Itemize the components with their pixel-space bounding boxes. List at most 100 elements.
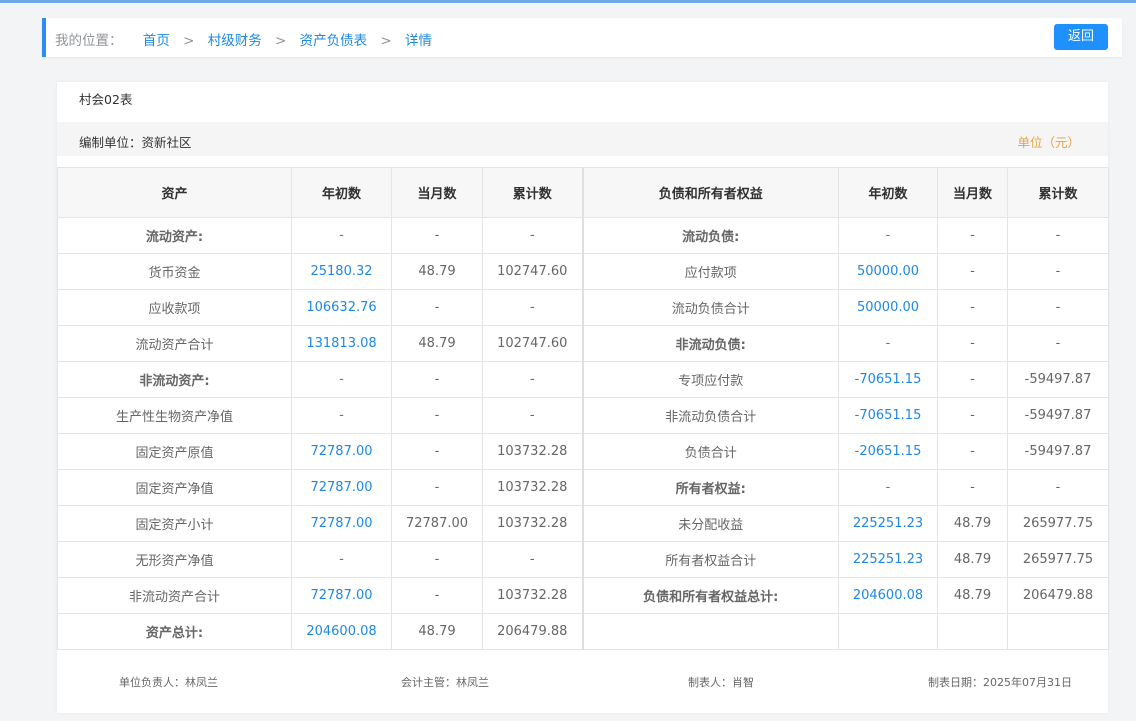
table-row: 无形资产净值 - - - 所有者权益合计 225251.23 48.79 265977.75: [57, 541, 1109, 578]
header-asset-begin: 年初数: [291, 167, 392, 218]
liability-name: 流动负债合计: [582, 289, 839, 326]
breadcrumb-village-finance[interactable]: 村级财务: [208, 33, 262, 49]
balance-sheet-card: 村会02表 编制单位：资新社区 单位（元） 资产 年初数 当月数 累计数 负债和…: [57, 82, 1109, 713]
breadcrumb-separator: >: [275, 33, 287, 49]
asset-begin-value: -: [291, 361, 392, 398]
breadcrumb-bar: 我的位置： 首页 > 村级财务 > 资产负债表 > 详情 返回: [42, 18, 1122, 57]
table-row: 固定资产原值 72787.00-103732.28 负债合计 -20651.15- -5…: [57, 433, 1109, 470]
liability-month-value: 48.79: [937, 541, 1008, 578]
table-header-row: 资产 年初数 当月数 累计数 负债和所有者权益 年初数 当月数 累计数: [57, 167, 1109, 218]
asset-begin-value: 204600.08: [291, 613, 392, 650]
liability-name: 应付款项: [582, 253, 839, 290]
asset-begin-value: 131813.08: [291, 325, 392, 362]
asset-begin-value: 72787.00: [291, 433, 392, 470]
liability-total-value: 265977.75: [1007, 505, 1109, 542]
asset-name: 资产总计:: [57, 613, 292, 650]
liability-month-value: -: [937, 325, 1008, 362]
liability-begin-value: -70651.15: [838, 397, 938, 434]
asset-total-value: -: [482, 361, 584, 398]
asset-month-value: 48.79: [391, 613, 483, 650]
unit-head: 单位负责人：林凤兰: [119, 676, 218, 689]
liability-total-value: -: [1007, 289, 1109, 326]
header-asset-month: 当月数: [391, 167, 483, 218]
asset-begin-value: 72787.00: [291, 505, 392, 542]
header-asset-total: 累计数: [482, 167, 584, 218]
liability-name: 所有者权益:: [582, 469, 839, 506]
asset-name: 生产性生物资产净值: [57, 397, 292, 434]
asset-month-value: 48.79: [391, 253, 483, 290]
liability-name: 未分配收益: [582, 505, 839, 542]
asset-begin-value: 72787.00: [291, 469, 392, 506]
breadcrumb: 我的位置： 首页 > 村级财务 > 资产负债表 > 详情: [55, 29, 432, 49]
asset-begin-value: 25180.32: [291, 253, 392, 290]
liability-month-value: -: [937, 433, 1008, 470]
asset-total-value: -: [482, 289, 584, 326]
table-row: 应收款项 106632.76- - 流动负债合计 50000.00- -: [57, 289, 1109, 326]
breadcrumb-detail[interactable]: 详情: [405, 33, 432, 49]
asset-name: 货币资金: [57, 253, 292, 290]
currency-unit: 单位（元）: [1017, 135, 1080, 150]
back-button[interactable]: 返回: [1054, 24, 1108, 50]
asset-name: 应收款项: [57, 289, 292, 326]
header-liability-total: 累计数: [1007, 167, 1109, 218]
asset-name: 非流动资产:: [57, 361, 292, 398]
liability-month-value: -: [937, 361, 1008, 398]
liability-total-value: -: [1007, 253, 1109, 290]
liability-total-value: -: [1007, 469, 1109, 506]
breadcrumb-home[interactable]: 首页: [143, 33, 170, 49]
header-liability: 负债和所有者权益: [582, 167, 839, 218]
liability-name: 非流动负债合计: [582, 397, 839, 434]
liability-total-value: 206479.88: [1007, 577, 1109, 614]
asset-name: 流动资产:: [57, 217, 292, 254]
liability-total-value: -59497.87: [1007, 397, 1109, 434]
asset-begin-value: 106632.76: [291, 289, 392, 326]
table-row: 非流动资产合计 72787.00-103732.28 负债和所有者权益总计: 2046…: [57, 577, 1109, 614]
liability-total-value: -: [1007, 325, 1109, 362]
liability-begin-value: 50000.00: [838, 289, 938, 326]
top-accent-bar: [0, 0, 1136, 3]
liability-name: 流动负债:: [582, 217, 839, 254]
asset-total-value: 103732.28: [482, 505, 584, 542]
liability-name: 所有者权益合计: [582, 541, 839, 578]
liability-month-value: [937, 613, 1008, 650]
table-row: 固定资产净值 72787.00-103732.28 所有者权益: - - -: [57, 469, 1109, 506]
asset-total-value: 103732.28: [482, 433, 584, 470]
asset-month-value: -: [391, 361, 483, 398]
table-row: 流动资产合计 131813.08 48.79 102747.60 非流动负债: - - -: [57, 325, 1109, 362]
preparer: 制表人：肖智: [688, 676, 754, 689]
liability-begin-value: 225251.23: [838, 505, 938, 542]
liability-begin-value: [838, 613, 938, 650]
asset-begin-value: -: [291, 397, 392, 434]
table-row: 货币资金 25180.32 48.79 102747.60 应付款项 50000.00- -: [57, 253, 1109, 290]
asset-month-value: -: [391, 397, 483, 434]
liability-total-value: 265977.75: [1007, 541, 1109, 578]
liability-begin-value: -70651.15: [838, 361, 938, 398]
liability-month-value: -: [937, 289, 1008, 326]
liability-total-value: -59497.87: [1007, 361, 1109, 398]
liability-total-value: [1007, 613, 1109, 650]
breadcrumb-label: 我的位置：: [55, 33, 123, 49]
asset-name: 无形资产净值: [57, 541, 292, 578]
liability-month-value: 48.79: [937, 577, 1008, 614]
table-body: 流动资产: - - - 流动负债: - - - 货币资金 25180.32 48.79 102747.…: [57, 217, 1109, 650]
liability-month-value: -: [937, 397, 1008, 434]
liability-total-value: -59497.87: [1007, 433, 1109, 470]
asset-name: 非流动资产合计: [57, 577, 292, 614]
liability-begin-value: 50000.00: [838, 253, 938, 290]
table-row: 资产总计: 204600.08 48.79 206479.88: [57, 613, 1109, 650]
header-asset: 资产: [57, 167, 292, 218]
liability-month-value: -: [937, 253, 1008, 290]
liability-month-value: -: [937, 217, 1008, 254]
liability-name: 负债合计: [582, 433, 839, 470]
asset-begin-value: -: [291, 217, 392, 254]
breadcrumb-separator: >: [380, 33, 392, 49]
asset-total-value: -: [482, 397, 584, 434]
table-row: 生产性生物资产净值 - - - 非流动负债合计 -70651.15- -59497.87: [57, 397, 1109, 434]
liability-name: 专项应付款: [582, 361, 839, 398]
breadcrumb-balance-sheet[interactable]: 资产负债表: [300, 33, 368, 49]
asset-total-value: 102747.60: [482, 325, 584, 362]
breadcrumb-separator: >: [183, 33, 195, 49]
asset-total-value: -: [482, 541, 584, 578]
asset-begin-value: 72787.00: [291, 577, 392, 614]
asset-month-value: -: [391, 289, 483, 326]
